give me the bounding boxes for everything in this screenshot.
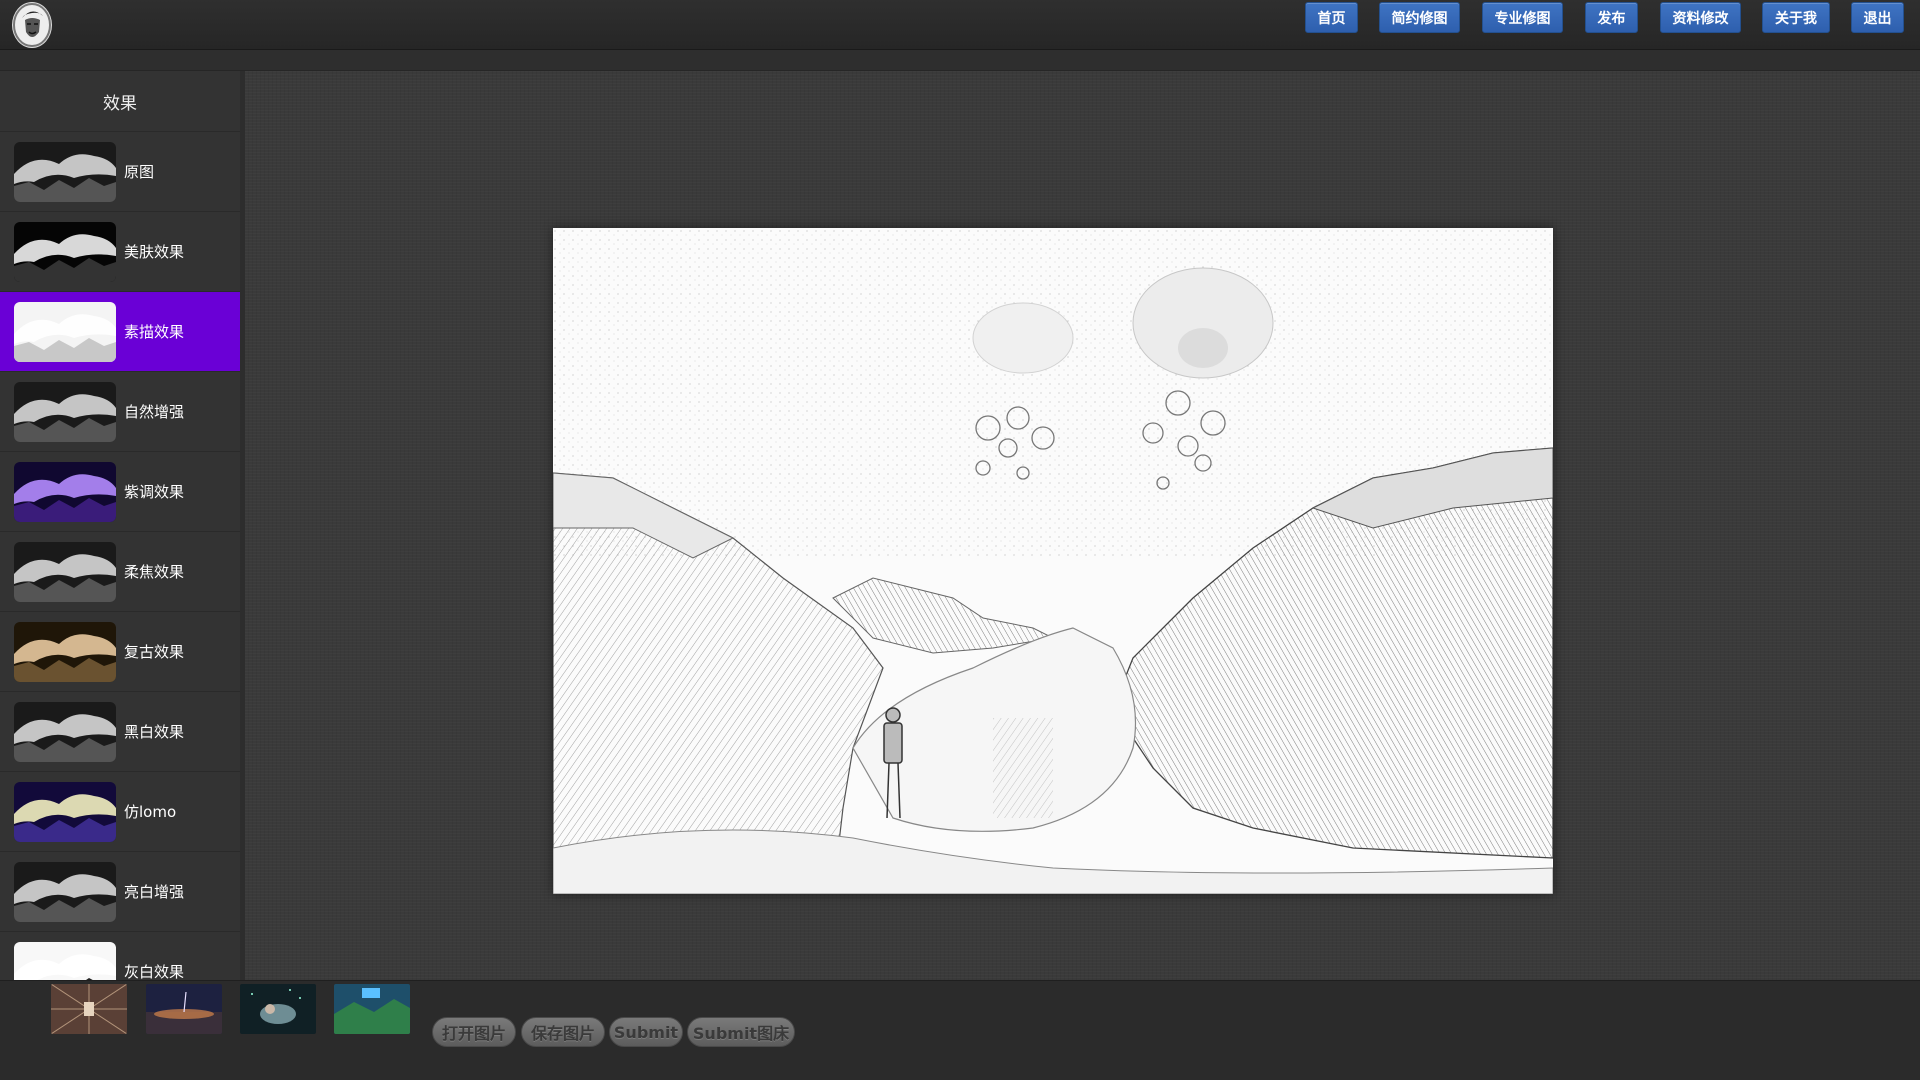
effect-item[interactable]: 黑白效果 [0, 692, 240, 772]
effect-label: 复古效果 [124, 643, 185, 661]
bottom-toolbar: 打开图片 保存图片 Submit Submit图床 [0, 980, 1920, 1080]
effect-item[interactable]: 美肤效果 [0, 212, 240, 292]
effect-item[interactable]: 复古效果 [0, 612, 240, 692]
effect-thumbnail [14, 221, 116, 282]
effect-label: 素描效果 [124, 323, 185, 341]
effect-label: 自然增强 [124, 403, 185, 421]
effect-label: 原图 [124, 163, 155, 181]
effects-sidebar: 效果 原图美肤效果素描效果自然增强紫调效果柔焦效果复古效果黑白效果仿lomo 亮白… [0, 71, 245, 980]
sample-image-3-thumbnail[interactable] [240, 984, 316, 1034]
main-image-canvas[interactable] [553, 228, 1553, 894]
sample-image-4-thumbnail[interactable] [334, 984, 410, 1034]
effect-list: 原图美肤效果素描效果自然增强紫调效果柔焦效果复古效果黑白效果仿lomo 亮白增强灰… [0, 132, 240, 980]
effect-thumbnail [14, 701, 116, 762]
effect-thumbnail [14, 781, 116, 842]
effect-label: 亮白增强 [124, 883, 185, 901]
nav-about-button[interactable]: 关于我 [1762, 2, 1830, 33]
sidebar-title: 效果 [0, 71, 240, 132]
effect-item[interactable]: 柔焦效果 [0, 532, 240, 612]
effect-item[interactable]: 仿lomo [0, 772, 240, 852]
submit-button[interactable]: Submit [609, 1017, 683, 1047]
effect-item[interactable]: 紫调效果 [0, 452, 240, 532]
open-image-button[interactable]: 打开图片 [432, 1017, 516, 1047]
nav-pro-edit-button[interactable]: 专业修图 [1482, 2, 1563, 33]
nav-profile-edit-button[interactable]: 资料修改 [1660, 2, 1741, 33]
effect-item[interactable]: 灰白效果 [0, 932, 240, 980]
effect-thumbnail [14, 461, 116, 522]
effect-thumbnail [14, 381, 116, 442]
effect-label: 灰白效果 [124, 963, 185, 980]
effect-thumbnail [14, 541, 116, 602]
nav-home-button[interactable]: 首页 [1305, 2, 1358, 33]
logo-avatar-icon[interactable] [12, 2, 52, 48]
effect-label: 美肤效果 [124, 243, 185, 261]
submit-image-host-button[interactable]: Submit图床 [687, 1017, 795, 1047]
effect-label: 仿lomo [124, 803, 177, 821]
nav-publish-button[interactable]: 发布 [1585, 2, 1638, 33]
top-navbar: 首页 简约修图 专业修图 发布 资料修改 关于我 退出 [0, 0, 1920, 50]
effect-thumbnail [14, 941, 116, 980]
effect-thumbnail [14, 621, 116, 682]
nav-logout-button[interactable]: 退出 [1851, 2, 1904, 33]
effect-thumbnail [14, 141, 116, 202]
effect-item[interactable]: 素描效果 [0, 292, 240, 372]
nav-simple-edit-button[interactable]: 简约修图 [1379, 2, 1460, 33]
effect-label: 柔焦效果 [124, 563, 185, 581]
save-image-button[interactable]: 保存图片 [521, 1017, 605, 1047]
effect-label: 紫调效果 [124, 483, 185, 501]
sub-header-strip [0, 50, 1920, 71]
sample-image-1-thumbnail[interactable] [51, 984, 127, 1034]
effect-item[interactable]: 原图 [0, 132, 240, 212]
effect-thumbnail [14, 861, 116, 922]
effect-item[interactable]: 亮白增强 [0, 852, 240, 932]
effect-item[interactable]: 自然增强 [0, 372, 240, 452]
effect-label: 黑白效果 [124, 723, 185, 741]
effect-thumbnail [14, 301, 116, 362]
sample-image-2-thumbnail[interactable] [146, 984, 222, 1034]
